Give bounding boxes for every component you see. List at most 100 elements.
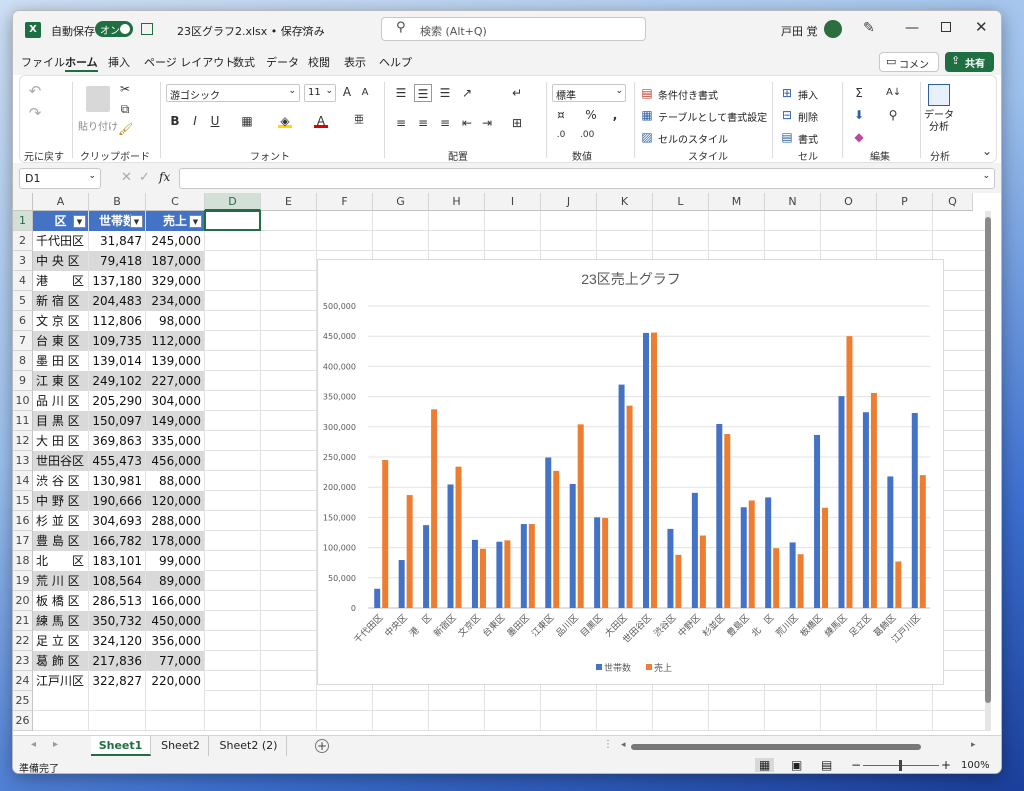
sales-cell[interactable]: 112,000 (146, 331, 204, 351)
sales-cell[interactable]: 120,000 (146, 491, 204, 511)
row-header[interactable]: 26 (13, 711, 33, 731)
scroll-left-icon[interactable]: ◂ (621, 740, 626, 750)
filter-dropdown-icon[interactable]: ▼ (73, 215, 86, 228)
households-cell[interactable]: 286,513 (89, 591, 145, 611)
row-header[interactable]: 2 (13, 231, 33, 251)
sheet-tab[interactable]: Sheet2 (153, 736, 209, 756)
bold-icon[interactable]: B (168, 114, 182, 128)
table-header-cell[interactable]: 売上 ▼ (146, 211, 204, 231)
row-header[interactable]: 25 (13, 691, 33, 711)
prev-sheet-icon[interactable]: ◂ (31, 739, 36, 750)
column-header[interactable]: B (89, 193, 146, 211)
sales-cell[interactable]: 178,000 (146, 531, 204, 551)
ward-cell[interactable]: 中 野 区 (33, 491, 88, 511)
cell-styles-button[interactable]: セルのスタイル (658, 131, 728, 146)
ward-cell[interactable]: 中 央 区 (33, 251, 88, 271)
households-cell[interactable]: 108,564 (89, 571, 145, 591)
column-header[interactable]: A (33, 193, 89, 211)
ward-cell[interactable]: 品 川 区 (33, 391, 88, 411)
row-header[interactable]: 19 (13, 571, 33, 591)
column-header[interactable]: M (709, 193, 765, 211)
sales-cell[interactable]: 227,000 (146, 371, 204, 391)
sales-cell[interactable]: 149,000 (146, 411, 204, 431)
cancel-entry-icon[interactable]: ✕ (121, 170, 132, 185)
households-cell[interactable]: 109,735 (89, 331, 145, 351)
sheet-tab[interactable]: Sheet1 (91, 736, 151, 756)
zoom-level[interactable]: 100% (961, 760, 990, 771)
filter-dropdown-icon[interactable]: ▼ (130, 215, 143, 228)
column-header[interactable]: K (597, 193, 653, 211)
row-header[interactable]: 17 (13, 531, 33, 551)
sheet-tab[interactable]: Sheet2 (2) (211, 736, 287, 756)
number-format-dropdown[interactable]: 標準 ⌄ (552, 84, 626, 102)
align-center-icon[interactable]: ≡ (416, 116, 430, 130)
households-cell[interactable]: 324,120 (89, 631, 145, 651)
avatar[interactable] (824, 20, 842, 38)
table-header-cell[interactable]: 区 ▼ (33, 211, 88, 231)
sales-cell[interactable]: 234,000 (146, 291, 204, 311)
align-middle-icon[interactable]: ☰ (414, 84, 432, 102)
chart-object[interactable]: 23区売上グラフ 0 50,000 100,000 150,000 200,000 250,… (317, 259, 944, 685)
households-cell[interactable]: 166,782 (89, 531, 145, 551)
zoom-slider[interactable] (863, 760, 939, 771)
sales-cell[interactable]: 139,000 (146, 351, 204, 371)
tab-2[interactable]: ホーム (65, 54, 98, 72)
households-cell[interactable]: 205,290 (89, 391, 145, 411)
column-header[interactable]: I (485, 193, 541, 211)
formula-input[interactable]: ⌄ (179, 168, 995, 189)
page-layout-icon[interactable]: ▣ (791, 758, 802, 772)
currency-icon[interactable]: ¤ (554, 108, 568, 122)
row-header[interactable]: 13 (13, 451, 33, 471)
households-cell[interactable]: 190,666 (89, 491, 145, 511)
tab-4[interactable]: ページ レイアウト (144, 54, 235, 70)
households-cell[interactable]: 322,827 (89, 671, 145, 691)
column-header[interactable]: P (877, 193, 933, 211)
ward-cell[interactable]: 足 立 区 (33, 631, 88, 651)
households-cell[interactable]: 217,836 (89, 651, 145, 671)
tab-1[interactable]: ファイル (21, 54, 65, 70)
column-header[interactable]: Q (933, 193, 973, 211)
page-break-icon[interactable]: ▤ (821, 758, 832, 772)
confirm-entry-icon[interactable]: ✓ (139, 170, 150, 185)
cut-icon[interactable]: ✂ (118, 82, 132, 96)
pen-icon[interactable]: ✎ (863, 20, 875, 36)
ward-cell[interactable]: 台 東 区 (33, 331, 88, 351)
shrink-font-icon[interactable]: A (358, 86, 372, 100)
conditional-format-icon[interactable]: ▤ (640, 86, 654, 100)
ward-cell[interactable]: 新 宿 区 (33, 291, 88, 311)
tab-3[interactable]: 挿入 (108, 54, 130, 70)
percent-icon[interactable]: % (584, 108, 598, 122)
column-header[interactable]: O (821, 193, 877, 211)
format-painter-icon[interactable]: 🖌 (118, 122, 133, 136)
households-cell[interactable]: 249,102 (89, 371, 145, 391)
fill-icon[interactable]: ⬇ (852, 108, 866, 122)
households-cell[interactable]: 350,732 (89, 611, 145, 631)
copy-icon[interactable]: ⧉ (118, 102, 132, 116)
ward-cell[interactable]: 大 田 区 (33, 431, 88, 451)
column-header[interactable]: F (317, 193, 373, 211)
ward-cell[interactable]: 北 区 (33, 551, 88, 571)
ward-cell[interactable]: 練 馬 区 (33, 611, 88, 631)
insert-function-icon[interactable]: fx (159, 170, 170, 184)
comma-icon[interactable]: , (608, 108, 622, 122)
ward-cell[interactable]: 杉 並 区 (33, 511, 88, 531)
tab-5[interactable]: 数式 (233, 54, 255, 70)
ward-cell[interactable]: 江 東 区 (33, 371, 88, 391)
user-name[interactable]: 戸田 覚 (781, 23, 818, 39)
row-header[interactable]: 22 (13, 631, 33, 651)
redo-icon[interactable]: ↷ (28, 106, 42, 121)
align-left-icon[interactable]: ≡ (394, 116, 408, 130)
ward-cell[interactable]: 目 黒 区 (33, 411, 88, 431)
row-header[interactable]: 8 (13, 351, 33, 371)
ward-cell[interactable]: 墨 田 区 (33, 351, 88, 371)
ward-cell[interactable]: 文 京 区 (33, 311, 88, 331)
column-header[interactable]: N (765, 193, 821, 211)
delete-cells-icon[interactable]: ⊟ (780, 108, 794, 122)
zoom-slider-thumb[interactable] (899, 760, 902, 771)
households-cell[interactable]: 79,418 (89, 251, 145, 271)
horizontal-scrollbar[interactable] (631, 744, 921, 750)
ward-cell[interactable]: 港 区 (33, 271, 88, 291)
wrap-text-icon[interactable]: ↵ (510, 86, 524, 100)
ward-cell[interactable]: 荒 川 区 (33, 571, 88, 591)
normal-view-icon[interactable]: ▦ (755, 758, 775, 772)
